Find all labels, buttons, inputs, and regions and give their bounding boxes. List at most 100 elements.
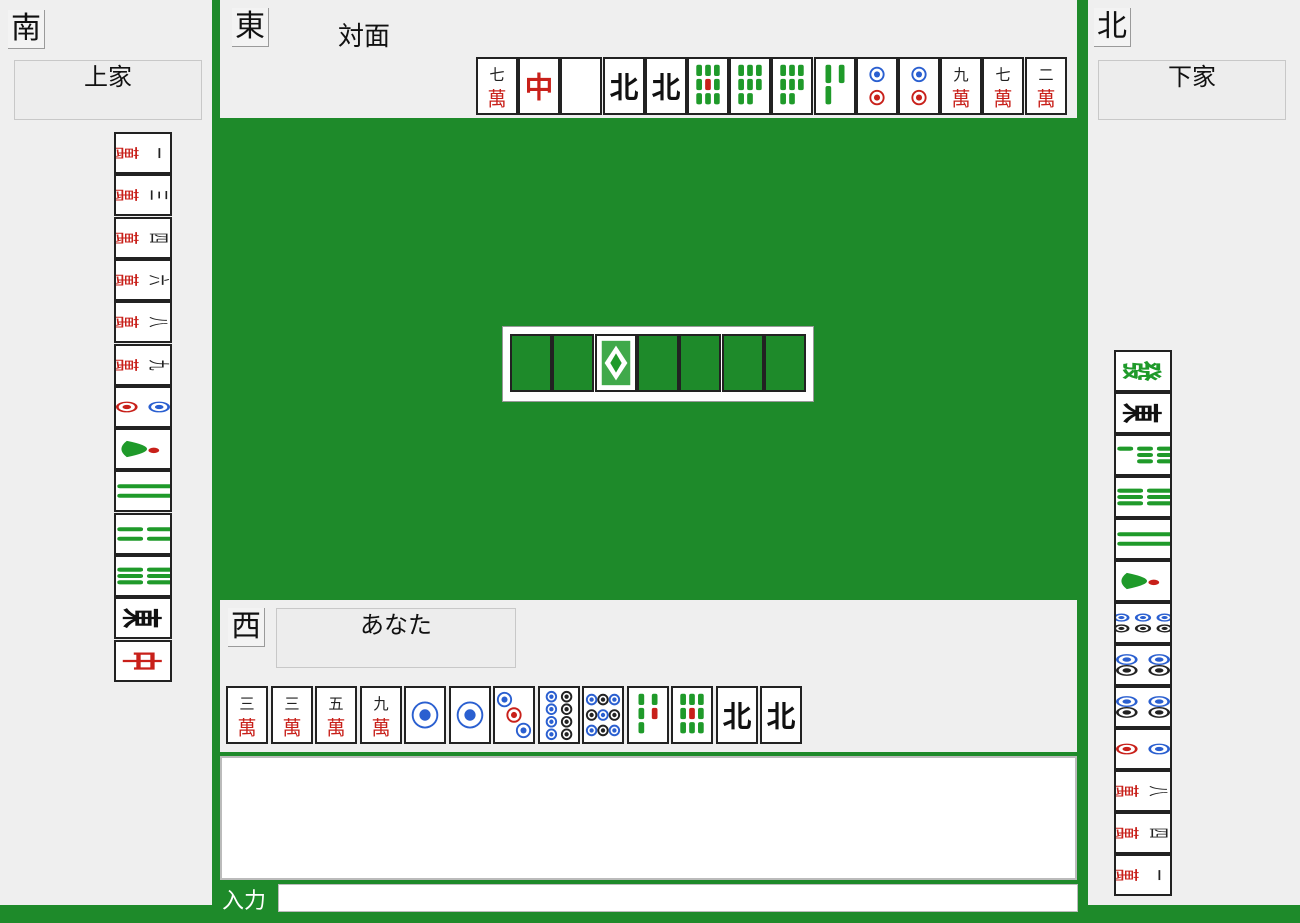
svg-text:萬: 萬: [116, 231, 140, 245]
svg-text:三: 三: [239, 695, 254, 713]
left-hand-tile[interactable]: [114, 512, 172, 555]
top-hand-tile[interactable]: 二萬: [1024, 57, 1067, 115]
player-hand-tile[interactable]: 三萬三萬: [226, 686, 268, 744]
top-hand-tile[interactable]: [560, 57, 603, 115]
player-hand-tile[interactable]: [448, 686, 491, 744]
svg-text:一: 一: [145, 148, 170, 159]
right-hand-tile[interactable]: [1114, 728, 1172, 770]
wall-slot: [510, 334, 552, 392]
svg-text:三: 三: [284, 695, 299, 713]
top-hand-tile[interactable]: [729, 57, 772, 115]
top-hand-tile[interactable]: [898, 57, 940, 115]
right-seat-wind: 北: [1094, 8, 1131, 47]
svg-text:萬: 萬: [116, 146, 140, 160]
player-hand-tile[interactable]: 北北: [760, 686, 802, 744]
left-seat-wind: 南: [8, 10, 45, 49]
player-hand-tile[interactable]: [493, 686, 535, 744]
svg-text:中: 中: [525, 70, 554, 104]
top-hand-tile[interactable]: 七萬: [476, 57, 518, 115]
left-hand-tile[interactable]: [114, 428, 172, 471]
player-hand-tile[interactable]: 三萬三萬: [270, 686, 313, 744]
wall-slot: [721, 334, 764, 392]
right-hand-tile[interactable]: [1114, 644, 1172, 686]
top-hand-tile[interactable]: [771, 57, 814, 115]
svg-text:萬: 萬: [238, 716, 257, 739]
player-hand-tile[interactable]: [404, 686, 446, 744]
left-hand-tile[interactable]: 一萬: [114, 132, 172, 174]
player-hand-tile[interactable]: [626, 686, 669, 744]
left-hand-tile[interactable]: 三萬: [114, 174, 172, 217]
top-hand-tile[interactable]: 中: [518, 57, 561, 115]
right-hand-tile[interactable]: 一萬: [1114, 854, 1172, 896]
svg-text:萬: 萬: [994, 87, 1013, 110]
left-hand-tile[interactable]: 九萬: [114, 343, 172, 386]
svg-text:七: 七: [996, 66, 1011, 84]
svg-text:萬: 萬: [116, 315, 140, 329]
svg-text:萬: 萬: [488, 87, 507, 110]
svg-text:二: 二: [1038, 66, 1053, 84]
right-hand-tile[interactable]: [1114, 518, 1172, 560]
top-hand-tile[interactable]: 七萬: [982, 57, 1025, 115]
svg-text:萬: 萬: [327, 716, 346, 739]
player-hand-tile[interactable]: [537, 686, 580, 744]
svg-text:一: 一: [1145, 870, 1170, 881]
svg-text:九: 九: [954, 66, 969, 84]
svg-text:北: 北: [652, 70, 681, 104]
right-hand-tile[interactable]: 八萬: [1114, 770, 1172, 812]
right-hand-tile[interactable]: [1114, 602, 1172, 644]
left-hand-tile[interactable]: [114, 385, 172, 428]
left-hand-tile[interactable]: 六萬: [114, 258, 172, 301]
left-hand-tile[interactable]: [114, 470, 172, 513]
player-hand-tile[interactable]: [671, 686, 713, 744]
top-hand-tile[interactable]: [687, 57, 729, 115]
svg-text:萬: 萬: [1036, 87, 1055, 110]
svg-text:萬: 萬: [116, 273, 140, 287]
left-hand-tile[interactable]: 四萬: [114, 216, 172, 259]
right-hand-tile[interactable]: [1114, 560, 1172, 602]
player-hand-tile[interactable]: 五萬伍萬: [315, 686, 357, 744]
right-hand-tile[interactable]: [1114, 476, 1172, 518]
right-hand-tile[interactable]: [1114, 434, 1172, 476]
top-hand-tile[interactable]: 九萬: [940, 57, 983, 115]
left-hand-tile[interactable]: [114, 555, 172, 597]
message-log: [220, 756, 1077, 880]
svg-text:北: 北: [722, 699, 751, 733]
svg-text:萬: 萬: [116, 189, 140, 203]
svg-text:北: 北: [767, 699, 796, 733]
right-hand-tile[interactable]: [1114, 686, 1172, 728]
svg-text:六: 六: [145, 274, 170, 285]
wall-slot: [594, 334, 637, 392]
player-hand-tile[interactable]: 北北: [715, 686, 758, 744]
right-hand-tile[interactable]: 東: [1114, 392, 1172, 434]
left-hand-tile[interactable]: 八萬: [114, 301, 172, 344]
svg-text:萬: 萬: [1116, 784, 1140, 798]
top-hand-tile[interactable]: 北: [602, 57, 645, 115]
svg-text:萬: 萬: [371, 716, 390, 739]
top-hand-tile[interactable]: 北: [644, 57, 687, 115]
right-hand-tile[interactable]: 四萬: [1114, 812, 1172, 854]
wall-slot: [636, 334, 679, 392]
right-player-name: 下家: [1098, 60, 1286, 120]
left-hand-tile[interactable]: 中: [114, 639, 172, 682]
svg-text:八: 八: [145, 317, 170, 328]
left-player-name: 上家: [14, 60, 202, 120]
svg-text:萬: 萬: [1116, 826, 1140, 840]
svg-text:五: 五: [328, 695, 343, 713]
left-hand-tile[interactable]: 東: [114, 597, 172, 640]
top-hand-tile[interactable]: [813, 57, 856, 115]
right-hand-tile[interactable]: 發: [1114, 350, 1172, 392]
top-hand-tile[interactable]: [855, 57, 898, 115]
svg-text:東: 東: [1117, 403, 1165, 423]
top-seat-wind: 東: [232, 8, 269, 47]
svg-text:八: 八: [1145, 786, 1170, 797]
player-hand-tile[interactable]: 九萬九萬: [359, 686, 402, 744]
wall-slot: [552, 334, 595, 392]
left-player-panel: [0, 0, 212, 905]
wall-slot: [679, 334, 722, 392]
player-name: あなた: [276, 608, 516, 668]
top-player-name: 対面: [338, 22, 391, 52]
command-input[interactable]: [278, 884, 1078, 912]
svg-text:七: 七: [489, 66, 504, 84]
svg-text:萬: 萬: [952, 87, 971, 110]
player-hand-tile[interactable]: [582, 686, 624, 744]
